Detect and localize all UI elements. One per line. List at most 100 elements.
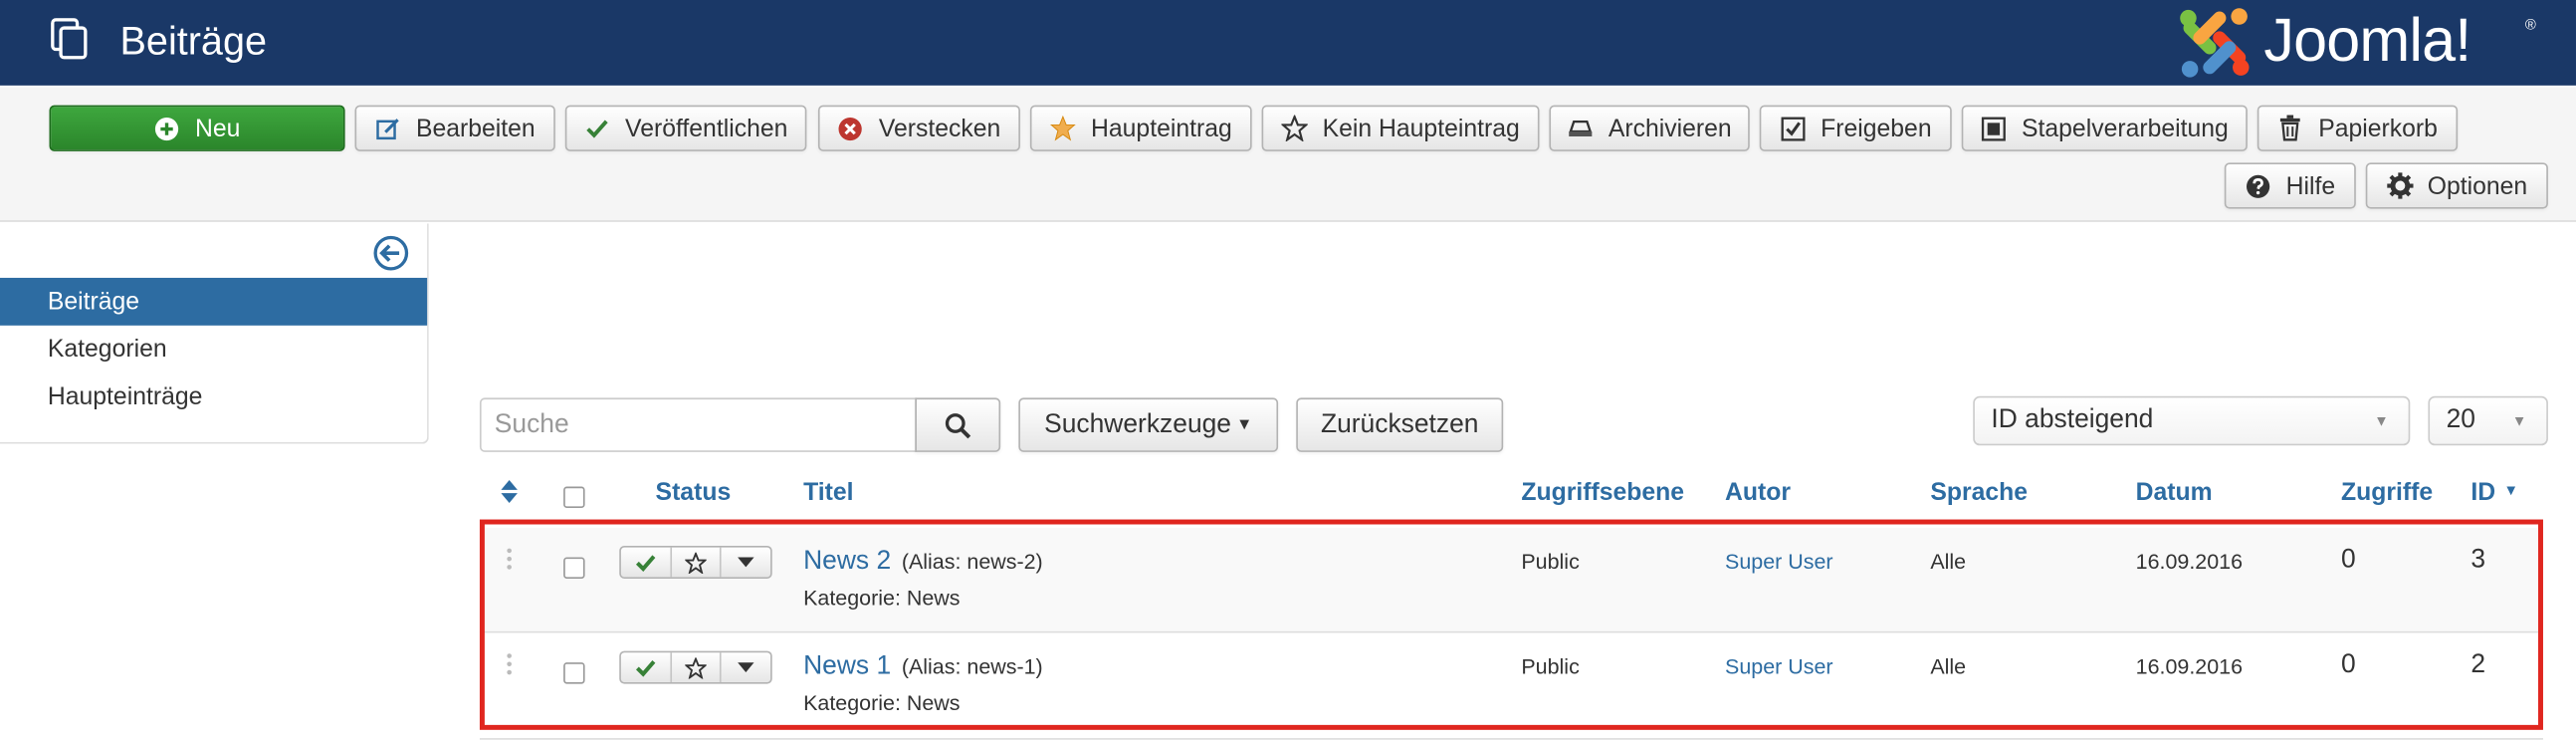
copy-icon xyxy=(51,18,88,60)
status-button-group xyxy=(619,650,772,684)
archive-button[interactable]: Archivieren xyxy=(1549,105,1750,151)
check-icon xyxy=(584,116,610,141)
check-icon xyxy=(635,659,656,676)
column-header-hits[interactable]: Zugriffe xyxy=(2341,478,2433,508)
row-checkbox[interactable] xyxy=(563,662,585,684)
column-header-access[interactable]: Zugriffsebene xyxy=(1521,478,1684,508)
published-toggle-button[interactable] xyxy=(621,547,672,578)
author-link[interactable]: Super User xyxy=(1725,654,1833,680)
select-all-checkbox[interactable] xyxy=(563,486,585,509)
archive-icon xyxy=(1568,116,1594,141)
language: Alle xyxy=(1930,549,1967,575)
published-toggle-button[interactable] xyxy=(621,652,672,682)
sidebar-item-articles[interactable]: Beiträge xyxy=(0,277,428,326)
help-button[interactable]: Hilfe xyxy=(2224,162,2356,209)
table-bottom-divider xyxy=(479,738,2543,740)
feature-button-label: Haupteintrag xyxy=(1091,114,1232,142)
actions-dropdown-button[interactable] xyxy=(722,548,770,578)
author-link[interactable]: Super User xyxy=(1725,549,1833,575)
batch-button-label: Stapelverarbeitung xyxy=(2021,114,2229,142)
article-id: 2 xyxy=(2470,650,2486,679)
edit-icon xyxy=(375,116,401,141)
unfeature-button-label: Kein Haupteintrag xyxy=(1322,114,1520,142)
select-caret-icon: ▼ xyxy=(2511,412,2527,429)
column-header-title[interactable]: Titel xyxy=(803,478,853,508)
hits-count: 0 xyxy=(2340,650,2356,679)
star-outline-icon xyxy=(685,656,707,678)
trash-button[interactable]: Papierkorb xyxy=(2256,105,2459,151)
column-header-author[interactable]: Autor xyxy=(1725,478,1791,508)
featured-toggle-button[interactable] xyxy=(672,652,723,682)
column-header-status[interactable]: Status xyxy=(656,478,732,508)
search-tools-button[interactable]: Suchwerkzeuge ▼ xyxy=(1018,397,1279,452)
edit-button[interactable]: Bearbeiten xyxy=(354,105,555,151)
sidebar-item-categories[interactable]: Kategorien xyxy=(0,326,427,373)
top-header: Beiträge Joomla! ® xyxy=(0,0,2576,86)
column-header-id[interactable]: ID xyxy=(2470,478,2495,508)
search-input[interactable] xyxy=(479,397,917,452)
help-button-label: Hilfe xyxy=(2285,171,2336,200)
sidebar-item-featured[interactable]: Haupteinträge xyxy=(0,373,427,421)
question-icon xyxy=(2245,172,2270,198)
new-button-label: Neu xyxy=(194,114,241,142)
article-alias: (Alias: news-1) xyxy=(901,653,1043,679)
publish-button[interactable]: Veröffentlichen xyxy=(564,105,807,151)
article-title-row-2[interactable]: News 1 (Alias: news-1) xyxy=(803,651,1043,684)
options-button-label: Optionen xyxy=(2427,171,2528,200)
search-button[interactable] xyxy=(915,397,1001,452)
collapse-sidebar-icon[interactable] xyxy=(373,235,409,271)
search-icon xyxy=(945,411,971,438)
unpublish-button-label: Verstecken xyxy=(878,114,1001,142)
reset-button[interactable]: Zurücksetzen xyxy=(1296,397,1504,452)
check-icon xyxy=(635,554,656,572)
select-caret-icon: ▼ xyxy=(2374,412,2389,429)
page-title: Beiträge xyxy=(119,19,268,65)
joomla-logo-icon[interactable] xyxy=(2177,5,2253,81)
article-title-link[interactable]: News 2 xyxy=(803,548,891,576)
ordering-sort-icon[interactable] xyxy=(500,478,520,504)
drag-handle-icon[interactable] xyxy=(506,548,513,571)
article-title-row-1[interactable]: News 2 (Alias: news-2) xyxy=(803,546,1043,579)
column-header-date[interactable]: Datum xyxy=(2136,478,2213,508)
unpublish-button[interactable]: Verstecken xyxy=(817,105,1020,151)
date-created: 16.09.2016 xyxy=(2135,653,2244,679)
search-tools-label: Suchwerkzeuge xyxy=(1044,409,1231,438)
plus-circle-icon xyxy=(154,116,180,141)
article-title-link[interactable]: News 1 xyxy=(803,652,891,680)
trash-icon xyxy=(2277,115,2303,141)
logo-text: Joomla! xyxy=(2263,6,2471,75)
archive-button-label: Archivieren xyxy=(1608,114,1732,142)
logo-registered-mark: ® xyxy=(2524,16,2536,34)
options-button[interactable]: Optionen xyxy=(2365,162,2548,209)
access-level: Public xyxy=(1521,653,1580,679)
star-outline-icon xyxy=(1281,115,1308,141)
ordering-select[interactable]: ID absteigend ▼ xyxy=(1973,395,2411,446)
table-row xyxy=(479,527,2543,631)
article-alias: (Alias: news-2) xyxy=(901,549,1043,575)
date-created: 16.09.2016 xyxy=(2135,549,2244,575)
column-header-language[interactable]: Sprache xyxy=(1930,478,2028,508)
ordering-select-value: ID absteigend xyxy=(1991,405,2154,434)
status-button-group xyxy=(619,545,772,579)
square-icon xyxy=(1981,116,2007,141)
gear-icon xyxy=(2386,172,2413,199)
row-checkbox[interactable] xyxy=(563,557,585,579)
reset-button-label: Zurücksetzen xyxy=(1320,409,1479,438)
new-button[interactable]: Neu xyxy=(49,105,345,151)
article-category: Kategorie: News xyxy=(803,585,961,611)
publish-button-label: Veröffentlichen xyxy=(625,114,788,142)
edit-button-label: Bearbeiten xyxy=(415,114,536,142)
limit-select[interactable]: 20 ▼ xyxy=(2428,395,2548,446)
header-divider xyxy=(479,519,2543,522)
trash-button-label: Papierkorb xyxy=(2318,114,2438,142)
batch-button[interactable]: Stapelverarbeitung xyxy=(1961,105,2248,151)
actions-dropdown-button[interactable] xyxy=(722,652,770,682)
star-filled-icon xyxy=(1050,115,1076,141)
feature-button[interactable]: Haupteintrag xyxy=(1029,105,1252,151)
unfeature-button[interactable]: Kein Haupteintrag xyxy=(1261,105,1540,151)
featured-toggle-button[interactable] xyxy=(672,547,723,578)
caret-down-icon xyxy=(738,662,754,673)
drag-handle-icon[interactable] xyxy=(506,652,513,675)
sort-desc-icon: ▼ xyxy=(2503,481,2519,499)
checkin-button[interactable]: Freigeben xyxy=(1759,105,1952,151)
